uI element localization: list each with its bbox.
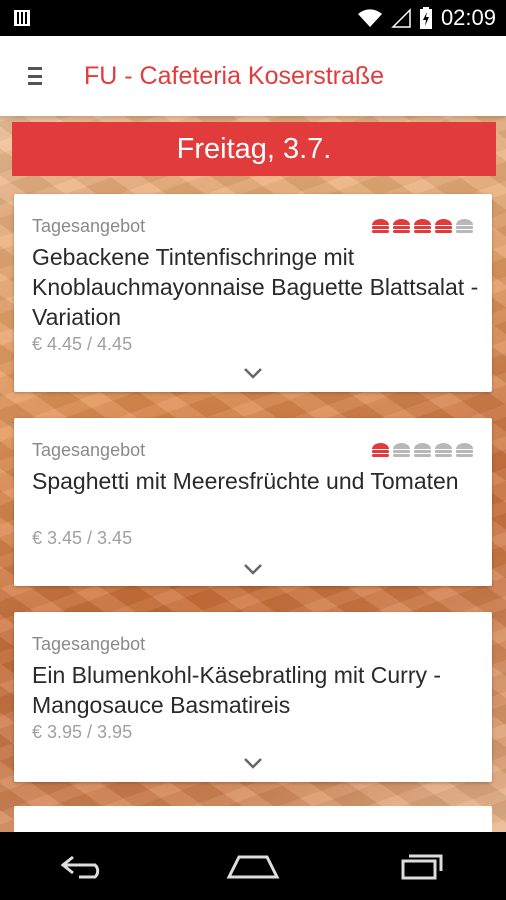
meal-card[interactable]: Tagesangebot Spaghetti mit Meeresfrüchte…	[14, 418, 492, 586]
wifi-icon	[357, 8, 383, 28]
home-icon	[226, 855, 280, 879]
meal-card[interactable]: Tagesangebot Ein Blumenkohl-Käsebratling…	[14, 612, 492, 782]
meal-title: Spaghetti mit Meeresfrüchte und Tomaten	[32, 468, 459, 494]
signal-icon	[391, 8, 411, 28]
app-title: FU - Cafeteria Koserstraße	[84, 61, 385, 90]
meal-price: € 3.45 / 3.45	[32, 528, 133, 548]
meal-category: Tagesangebot	[32, 440, 146, 460]
meal-price: € 3.95 / 3.95	[32, 722, 133, 742]
meal-card[interactable]	[14, 806, 492, 832]
meal-card[interactable]: Tagesangebot Gebackene Tintenfischringe …	[14, 194, 492, 392]
rating-burger-icon	[414, 443, 431, 457]
rating-burger-icon	[393, 443, 410, 457]
meal-category: Tagesangebot	[32, 216, 146, 236]
rating-burger-icon	[435, 443, 452, 457]
rating-burger-icon	[372, 443, 389, 457]
navigation-bar	[0, 832, 506, 900]
status-bar: 02:09	[0, 0, 506, 36]
home-button[interactable]	[208, 836, 298, 896]
rating-burger-icon	[393, 219, 410, 233]
recents-button[interactable]	[377, 836, 467, 896]
chevron-down-icon[interactable]	[242, 366, 264, 380]
hamburger-menu-icon	[28, 67, 42, 85]
chevron-down-icon[interactable]	[242, 562, 264, 576]
day-banner: Freitag, 3.7.	[12, 122, 496, 176]
battery-icon	[419, 7, 433, 29]
meal-rating	[371, 218, 474, 234]
meal-list[interactable]: Freitag, 3.7. Tagesangebot Gebackene Tin…	[0, 116, 506, 832]
meal-category: Tagesangebot	[32, 634, 146, 654]
rating-burger-icon	[435, 219, 452, 233]
meal-rating	[371, 442, 474, 458]
recents-icon	[401, 854, 443, 880]
back-button[interactable]	[39, 836, 129, 896]
meal-title: Gebackene Tintenfischringe mit Knoblauch…	[32, 244, 479, 330]
status-time: 02:09	[440, 5, 496, 30]
rating-burger-icon	[372, 219, 389, 233]
rating-burger-icon	[414, 219, 431, 233]
menu-button[interactable]	[0, 36, 70, 116]
back-icon	[60, 855, 100, 879]
meal-title: Ein Blumenkohl-Käsebratling mit Curry - …	[32, 662, 442, 718]
rating-burger-icon	[456, 219, 473, 233]
rating-burger-icon	[456, 443, 473, 457]
app-bar: FU - Cafeteria Koserstraße	[0, 36, 506, 116]
meal-price: € 4.45 / 4.45	[32, 334, 133, 354]
chevron-down-icon[interactable]	[242, 756, 264, 770]
notification-icon	[12, 8, 32, 28]
